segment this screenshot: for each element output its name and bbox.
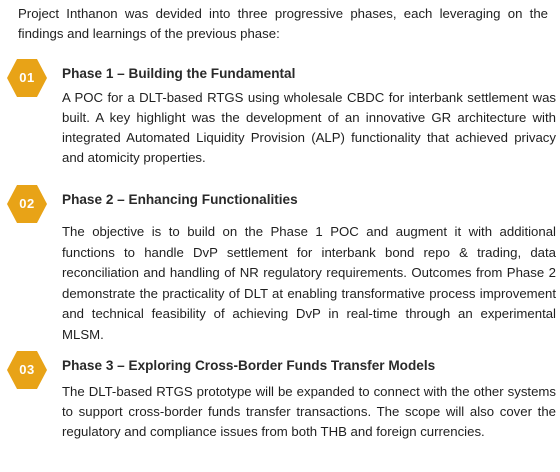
phase-number: 03: [19, 362, 35, 377]
phase-title: Phase 1 – Building the Fundamental: [62, 66, 296, 81]
phase-description: The objective is to build on the Phase 1…: [62, 224, 556, 342]
phase-title: Phase 2 – Enhancing Functionalities: [62, 192, 298, 207]
phase-title: Phase 3 – Exploring Cross-Border Funds T…: [62, 358, 436, 373]
phase-number-badge: 02: [6, 184, 48, 224]
phase-number-badge: 03: [6, 350, 48, 390]
phase-description: A POC for a DLT-based RTGS using wholesa…: [62, 90, 556, 165]
intro-text: Project Inthanon was devided into three …: [18, 6, 548, 41]
phase-description: The DLT-based RTGS prototype will be exp…: [62, 384, 556, 439]
phase-number-badge: 01: [6, 58, 48, 98]
phase-number: 01: [19, 70, 35, 85]
phase-number: 02: [19, 196, 35, 211]
